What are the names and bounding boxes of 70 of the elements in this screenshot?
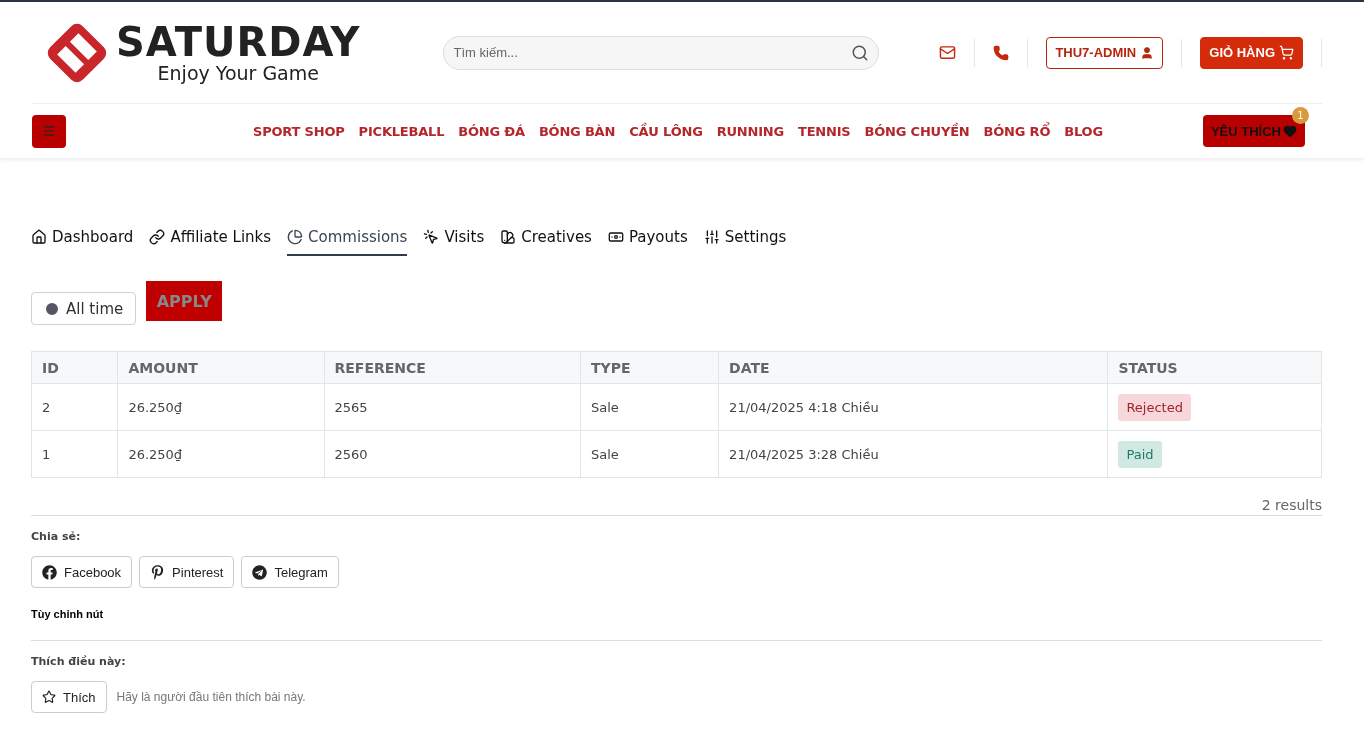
nav-link[interactable]: BÓNG CHUYỀN <box>864 123 970 139</box>
table-cell: 21/04/2025 3:28 Chiều <box>718 430 1108 478</box>
logo-tagline: Enjoy Your Game <box>157 61 319 84</box>
tab[interactable]: Commissions <box>287 222 408 256</box>
customize-link[interactable]: Tùy chỉnh nút <box>31 608 1322 641</box>
table-cell: 26.250₫ <box>117 430 324 478</box>
link-icon <box>149 229 166 245</box>
column-header: DATE <box>718 351 1108 384</box>
swatch-icon <box>500 229 517 245</box>
tab[interactable]: Settings <box>703 222 787 256</box>
share-heading: Chia sẻ: <box>31 530 82 543</box>
table-cell: Sale <box>580 383 719 431</box>
pie-chart-icon <box>287 229 304 245</box>
nav-link[interactable]: BLOG <box>1064 123 1103 139</box>
column-header: TYPE <box>580 351 719 384</box>
nav-link[interactable]: PICKLEBALL <box>358 123 445 139</box>
account-button[interactable]: THU7-ADMIN <box>1046 36 1164 69</box>
column-header: STATUS <box>1107 351 1322 384</box>
menu-icon <box>42 124 56 138</box>
date-range-button[interactable]: All time <box>31 292 137 325</box>
logo-wordmark: SATURDAY <box>116 21 361 62</box>
column-header: ID <box>31 351 118 384</box>
column-header: REFERENCE <box>324 351 581 384</box>
nav-link[interactable]: SPORT SHOP <box>253 123 345 139</box>
status-badge: Rejected <box>1118 393 1191 421</box>
sliders-icon <box>703 229 720 245</box>
tab[interactable]: Visits <box>423 222 485 256</box>
menu-button[interactable] <box>32 114 66 148</box>
results-count: 2 results <box>31 478 1322 516</box>
like-heading: Thích điều này: <box>31 655 127 668</box>
pinterest-icon <box>150 564 166 580</box>
tab[interactable]: Affiliate Links <box>149 222 272 256</box>
table-cell: 2 <box>31 383 118 431</box>
phone-icon[interactable] <box>993 44 1010 61</box>
telegram-icon <box>252 564 268 580</box>
table-cell: 2560 <box>324 430 581 478</box>
star-icon <box>42 690 56 704</box>
table-cell: 26.250₫ <box>117 383 324 431</box>
user-icon <box>1140 45 1155 60</box>
banknote-icon <box>607 229 624 245</box>
status-badge: Paid <box>1118 440 1162 468</box>
nav-link[interactable]: TENNIS <box>798 123 851 139</box>
column-header: AMOUNT <box>117 351 324 384</box>
table-cell: 2565 <box>324 383 581 431</box>
table-cell: 1 <box>31 430 118 478</box>
nav-link[interactable]: CẦU LÔNG <box>629 123 703 139</box>
home-icon <box>31 229 47 245</box>
tab[interactable]: Payouts <box>607 222 688 256</box>
mail-icon[interactable] <box>939 44 957 61</box>
like-note: Hãy là người đầu tiên thích bài này. <box>116 690 306 704</box>
share-button[interactable]: Facebook <box>31 556 133 588</box>
nav-link[interactable]: BÓNG ĐÁ <box>458 123 525 139</box>
table-cell: 21/04/2025 4:18 Chiều <box>718 383 1108 431</box>
share-button[interactable]: Telegram <box>241 556 339 588</box>
nav-link[interactable]: BÓNG RỔ <box>983 123 1051 139</box>
nav-link[interactable]: RUNNING <box>716 123 784 139</box>
like-button[interactable]: Thích <box>31 681 107 713</box>
count-badge: 1 <box>1292 107 1309 124</box>
heart-icon <box>1283 124 1297 138</box>
search-icon[interactable] <box>850 43 869 62</box>
search-field[interactable]: Tìm kiếm... <box>442 35 879 70</box>
table-cell: Sale <box>580 430 719 478</box>
cursor-click-icon <box>423 229 440 245</box>
cart-icon <box>1279 45 1294 60</box>
tab[interactable]: Creatives <box>500 222 592 256</box>
share-button[interactable]: Pinterest <box>139 556 235 588</box>
facebook-icon <box>42 564 57 580</box>
tab[interactable]: Dashboard <box>31 222 134 256</box>
cart-button[interactable]: GIỎ HÀNG <box>1200 36 1303 69</box>
nav-link[interactable]: BÓNG BÀN <box>538 123 616 139</box>
